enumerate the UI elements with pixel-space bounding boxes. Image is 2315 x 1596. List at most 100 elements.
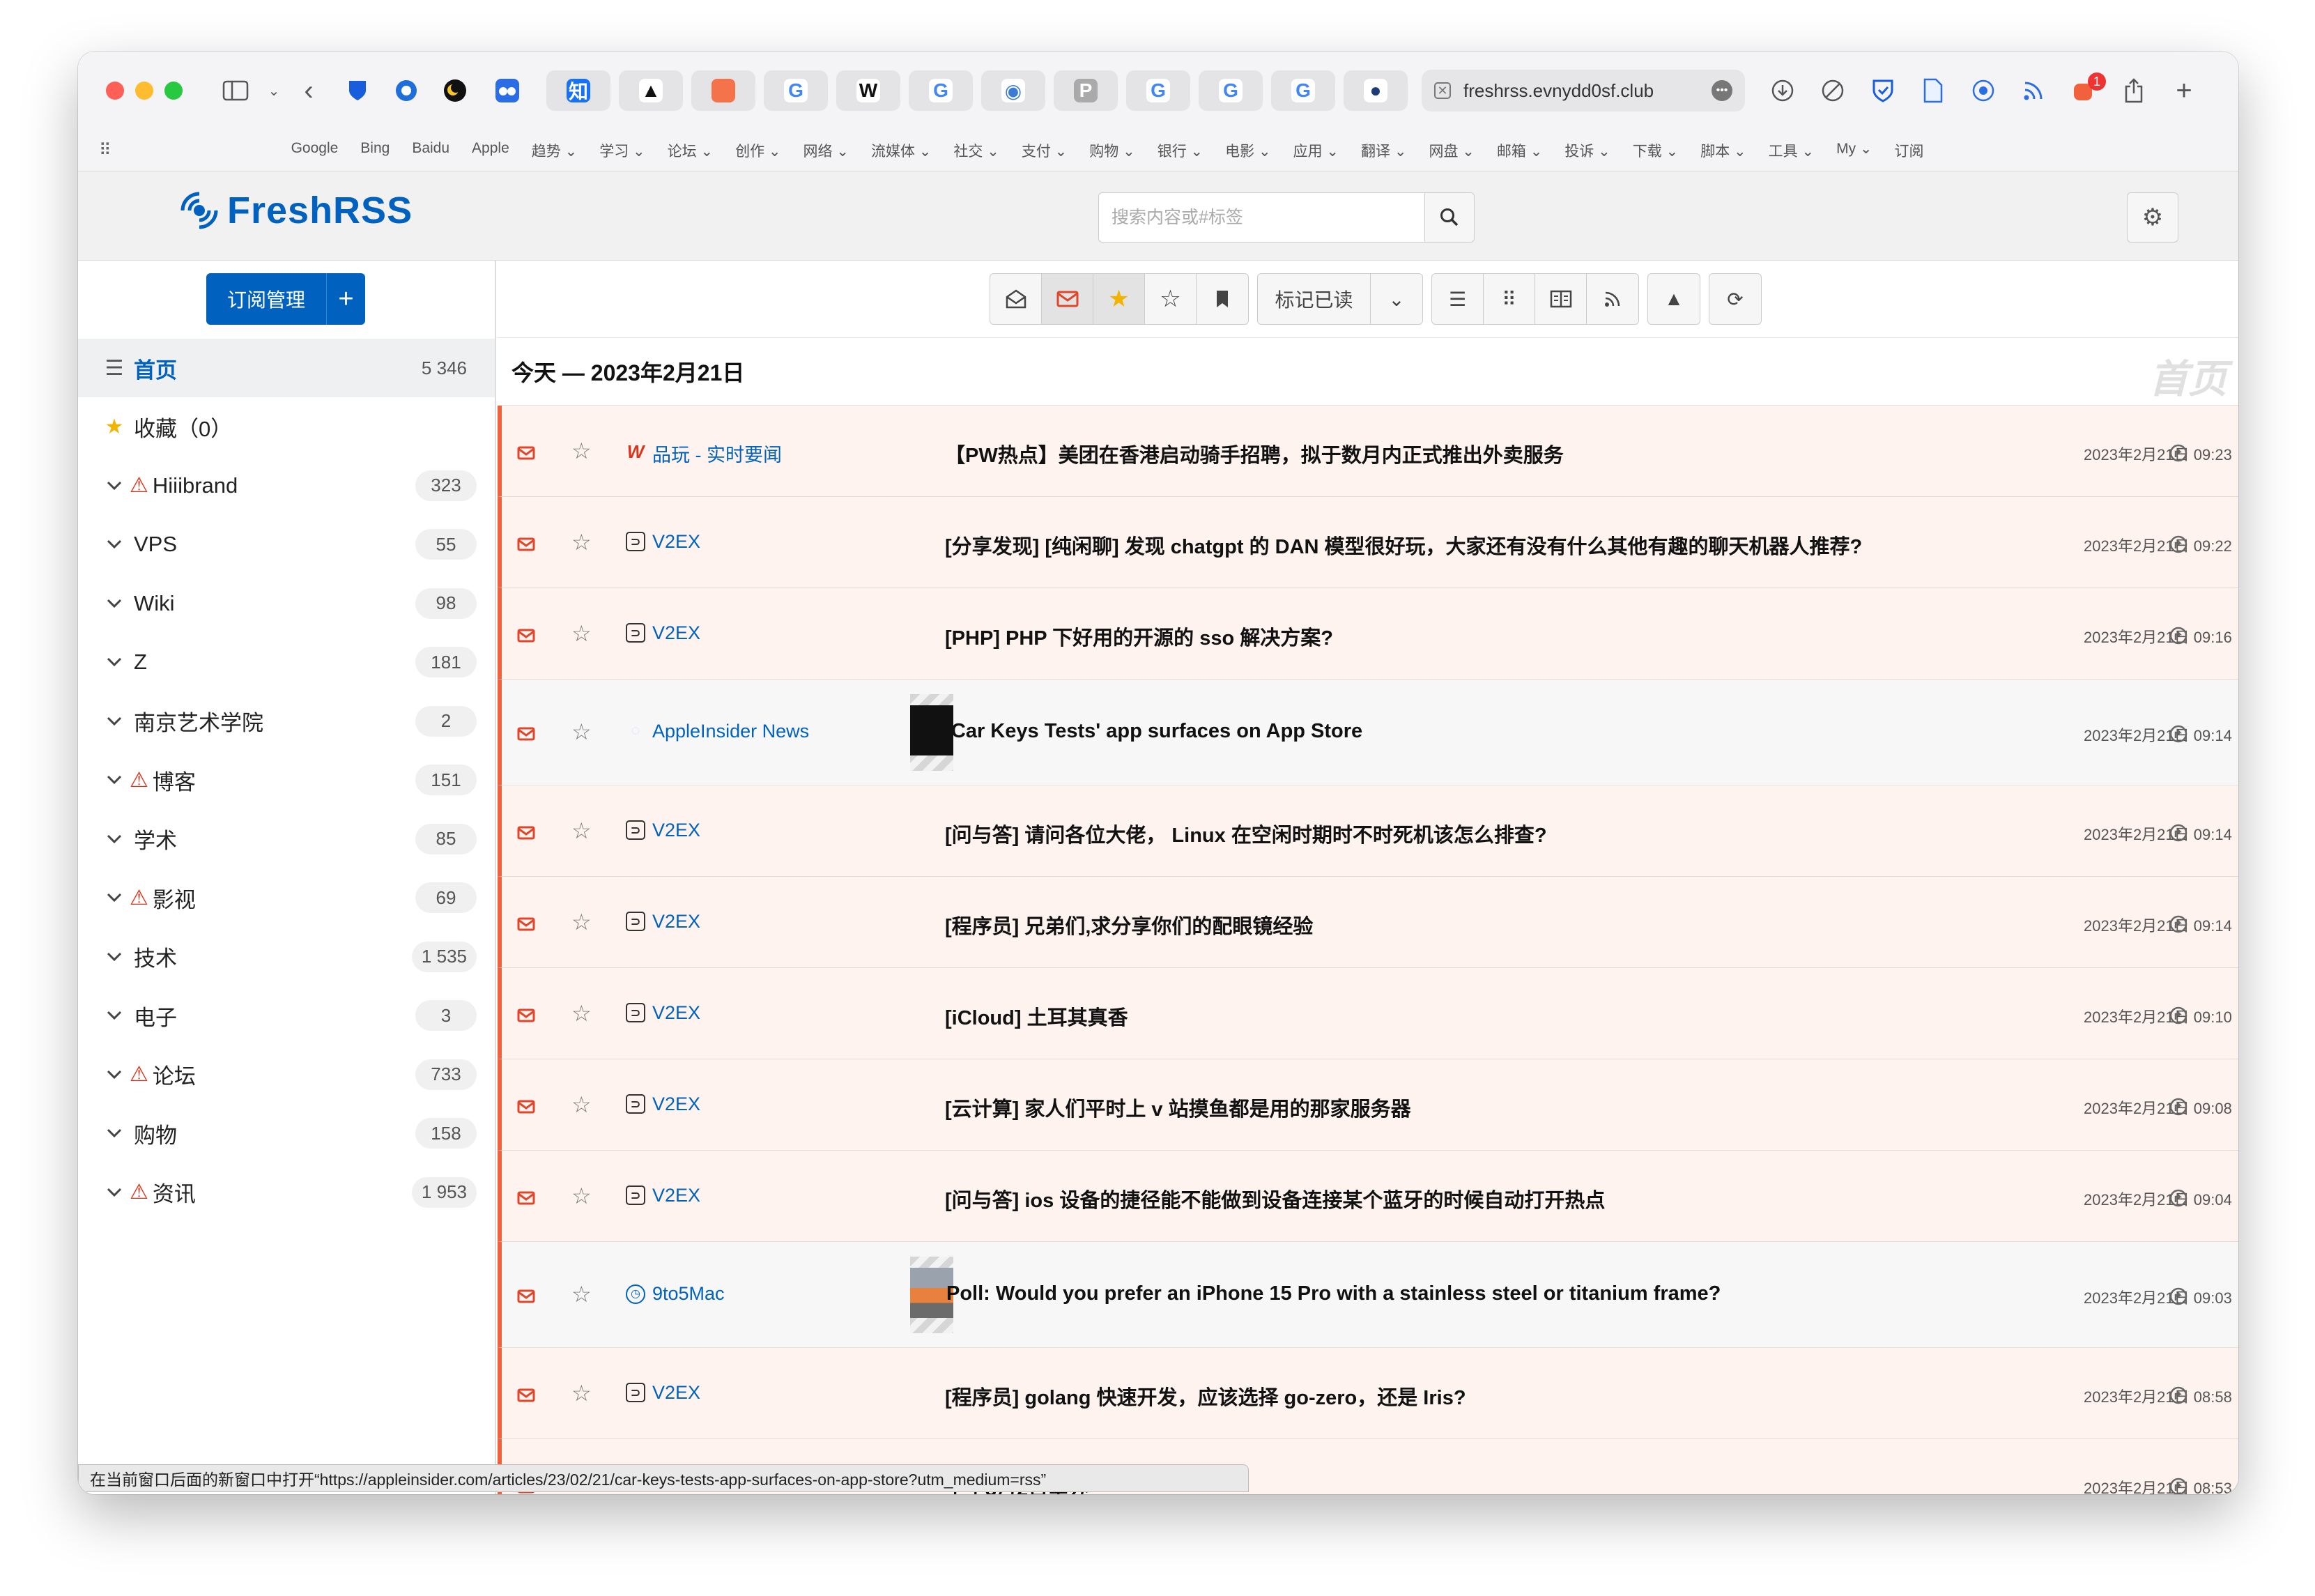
share-icon[interactable] — [2169, 914, 2188, 939]
normal-view-button[interactable]: ☰ — [1432, 274, 1484, 324]
bookmark-item[interactable]: Bing — [360, 140, 390, 161]
browser-tab[interactable]: P — [1054, 70, 1118, 111]
bookmark-item[interactable]: 银行 ⌄ — [1158, 140, 1203, 161]
star-outline-icon[interactable]: ☆ — [571, 620, 592, 647]
sidebar-toggle-icon[interactable] — [208, 72, 263, 109]
envelope-icon[interactable] — [517, 823, 535, 845]
chevron-down-icon[interactable] — [99, 1011, 130, 1020]
envelope-icon[interactable] — [517, 724, 535, 746]
article-feed-link[interactable]: ⊃ V2EX — [626, 1094, 700, 1115]
grid-view-button[interactable]: ⠿ — [1484, 274, 1535, 324]
browser-tab[interactable]: ▲ — [619, 70, 683, 111]
article-title[interactable]: [分享发现] [纯闲聊] 发现 chatgpt 的 DAN 模型很好玩，大家还有… — [945, 530, 1862, 560]
browser-tab[interactable]: 知 — [546, 70, 610, 111]
address-bar[interactable]: ✕ freshrss.evnydd0sf.club ••• — [1422, 70, 1745, 112]
article-feed-link[interactable]: ⊃ V2EX — [626, 622, 700, 644]
bookmark-item[interactable]: 流媒体 ⌄ — [871, 140, 931, 161]
star-outline-icon[interactable]: ☆ — [571, 909, 592, 935]
article-title[interactable]: [程序员] golang 快速开发，应该选择 go-zero，还是 Iris? — [945, 1381, 1466, 1411]
bookmark-item[interactable]: 电影 ⌄ — [1225, 140, 1270, 161]
envelope-icon[interactable] — [517, 1006, 535, 1027]
ext-apps-icon[interactable] — [479, 72, 535, 109]
article-feed-link[interactable]: ⊃ V2EX — [626, 911, 700, 933]
sidebar-item[interactable]: ⚠ 博客 151 — [78, 751, 495, 810]
bookmark-item[interactable]: 邮箱 ⌄ — [1497, 140, 1542, 161]
chevron-down-icon[interactable] — [99, 716, 130, 726]
article-title[interactable]: [问与答] 请问各位大佬， Linux 在空闲时期时不时死机该怎么排查? — [945, 819, 1547, 848]
share-icon[interactable] — [2169, 1287, 2188, 1311]
article-title[interactable]: Poll: Would you prefer an iPhone 15 Pro … — [946, 1282, 1721, 1305]
star-outline-icon[interactable]: ☆ — [571, 1000, 592, 1027]
envelope-icon[interactable] — [517, 443, 535, 465]
star-outline-icon[interactable]: ☆ — [571, 818, 592, 844]
chevron-down-icon[interactable]: ⌄ — [263, 72, 284, 109]
ext-globe-icon[interactable] — [382, 72, 431, 109]
share-icon[interactable] — [2109, 78, 2159, 103]
search-button[interactable] — [1424, 192, 1475, 243]
chevron-down-icon[interactable] — [99, 834, 130, 844]
bookmark-item[interactable]: 投诉 ⌄ — [1564, 140, 1610, 161]
rss-view-button[interactable] — [1587, 274, 1638, 324]
close-window-button[interactable] — [106, 82, 124, 100]
freshrss-logo[interactable]: FreshRSS — [176, 187, 413, 234]
browser-tab[interactable]: ■ — [691, 70, 755, 111]
envelope-icon[interactable] — [517, 1386, 535, 1407]
bookmark-item[interactable]: 社交 ⌄ — [953, 140, 999, 161]
article-row[interactable]: ☆ ⊃ V2EX [问与答] 请问各位大佬， Linux 在空闲时期时不时死机该怎么排… — [498, 785, 2238, 877]
browser-tab[interactable]: ◉ — [981, 70, 1045, 111]
bookmark-item[interactable]: 网络 ⌄ — [803, 140, 849, 161]
article-title[interactable]: [PHP] PHP 下好用的开源的 sso 解决方案? — [945, 622, 1333, 651]
bookmark-item[interactable]: 创作 ⌄ — [735, 140, 780, 161]
article-feed-link[interactable]: ◌ AppleInsider News — [626, 721, 809, 742]
bookmark-item[interactable]: 网盘 ⌄ — [1429, 140, 1474, 161]
envelope-icon[interactable] — [517, 626, 535, 647]
chevron-down-icon[interactable] — [99, 539, 130, 549]
article-title[interactable]: [iCloud] 土耳其真香 — [945, 1002, 1128, 1031]
bookmark-item[interactable]: Google — [291, 140, 339, 161]
settings-button[interactable]: ⚙ — [2127, 192, 2178, 243]
add-feed-button[interactable]: + — [326, 273, 365, 325]
chevron-down-icon[interactable] — [99, 1188, 130, 1197]
bookmark-item[interactable]: My ⌄ — [1836, 140, 1872, 161]
article-row[interactable]: ☆ ⊃ V2EX [iCloud] 土耳其真香 2023年2月21日 09:10 — [498, 968, 2238, 1059]
browser-tab[interactable]: W — [836, 70, 900, 111]
chevron-down-icon[interactable] — [99, 775, 130, 785]
article-feed-link[interactable]: W 品玩 - 实时要闻 — [626, 440, 782, 467]
article-row[interactable]: ☆ ◌ AppleInsider News 'Car Keys Tests' app … — [498, 680, 2238, 785]
article-row[interactable]: ☆ ⊃ V2EX [程序员] 兄弟们,求分享你们的配眼镜经验 2023年2月21日 09… — [498, 877, 2238, 968]
share-icon[interactable] — [2169, 1006, 2188, 1030]
reader-view-button[interactable] — [1535, 274, 1587, 324]
share-icon[interactable] — [2169, 443, 2188, 468]
bookmark-item[interactable]: 趋势 ⌄ — [532, 140, 577, 161]
shield-icon[interactable] — [1858, 78, 1908, 103]
chevron-down-icon[interactable] — [99, 481, 130, 491]
article-feed-link[interactable]: ◷ 9to5Mac — [626, 1283, 725, 1305]
grid-icon[interactable]: ⠿ — [99, 140, 111, 160]
article-title[interactable]: [问与答] ios 设备的捷径能不能做到设备连接某个蓝牙的时候自动打开热点 — [945, 1184, 1605, 1213]
sidebar-item[interactable]: 电子 3 — [78, 986, 495, 1045]
share-icon[interactable] — [2169, 535, 2188, 559]
star-outline-icon[interactable]: ☆ — [571, 1380, 592, 1406]
sidebar-item[interactable]: VPS 55 — [78, 515, 495, 574]
starred-filter-button[interactable]: ★ — [1093, 274, 1145, 324]
browser-tab[interactable]: G — [1199, 70, 1263, 111]
share-icon[interactable] — [2169, 724, 2188, 749]
browser-tab[interactable]: G — [1271, 70, 1335, 111]
sidebar-item[interactable]: ⚠ 影视 69 — [78, 868, 495, 928]
article-title[interactable]: 'Car Keys Tests' app surfaces on App Sto… — [946, 720, 1362, 743]
subscription-management-button[interactable]: 订阅管理 — [206, 273, 326, 325]
bookmark-item[interactable]: 工具 ⌄ — [1769, 140, 1814, 161]
envelope-icon[interactable] — [517, 914, 535, 936]
chevron-down-icon[interactable] — [99, 657, 130, 667]
bookmark-item[interactable]: 应用 ⌄ — [1293, 140, 1339, 161]
bookmark-item[interactable]: 论坛 ⌄ — [668, 140, 713, 161]
article-row[interactable]: ☆ ⊃ V2EX [云计算] 家人们平时上 v 站摸鱼都是用的那家服务器 2023年2月… — [498, 1059, 2238, 1151]
envelope-icon[interactable] — [517, 1097, 535, 1119]
sidebar-item[interactable]: ★ 收藏（0） — [78, 397, 495, 456]
bookmark-item[interactable]: 支付 ⌄ — [1022, 140, 1067, 161]
article-feed-link[interactable]: ⊃ V2EX — [626, 1002, 700, 1024]
bookmark-item[interactable]: 购物 ⌄ — [1089, 140, 1135, 161]
bookmark-filter-button[interactable] — [1197, 274, 1248, 324]
bookmark-item[interactable]: Baidu — [412, 140, 449, 161]
zoom-window-button[interactable] — [164, 82, 183, 100]
